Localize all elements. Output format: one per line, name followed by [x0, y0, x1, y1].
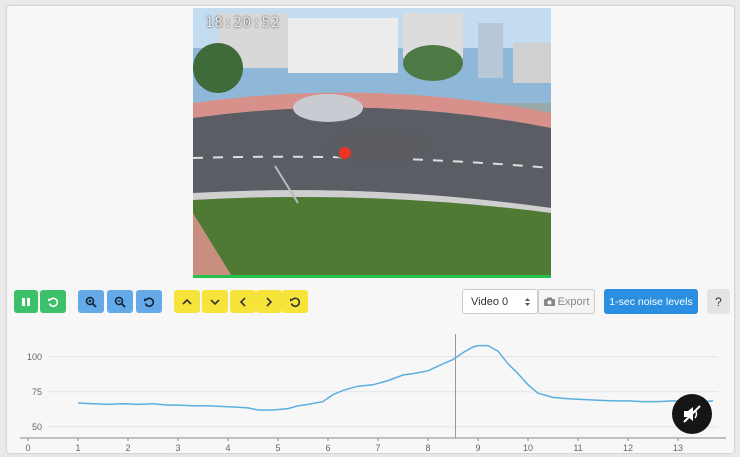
export-button[interactable]: Export — [538, 289, 595, 314]
zoom-in-button[interactable] — [78, 290, 104, 313]
video-timestamp: 18:20:52 — [205, 15, 281, 31]
video-select-value: Video 0 — [471, 295, 509, 308]
x-tick-label: 4 — [225, 443, 230, 453]
restart-button[interactable] — [40, 290, 66, 313]
video-select[interactable]: Video 0 — [462, 289, 538, 314]
pan-reset-button[interactable] — [282, 290, 308, 313]
x-tick-label: 13 — [673, 443, 683, 453]
x-tick-label: 5 — [275, 443, 280, 453]
y-tick-labels: 50 75 100 — [27, 352, 42, 432]
pan-right-button[interactable] — [256, 290, 282, 313]
chevron-down-icon — [210, 298, 220, 305]
zoom-reset-button[interactable] — [136, 290, 162, 313]
chevron-up-icon — [182, 298, 192, 305]
x-tick-label: 10 — [523, 443, 533, 453]
zoom-out-icon — [114, 296, 126, 308]
x-tick-label: 2 — [125, 443, 130, 453]
pan-down-button[interactable] — [202, 290, 228, 313]
x-tick-label: 0 — [25, 443, 30, 453]
x-tick-label: 3 — [175, 443, 180, 453]
pan-up-button[interactable] — [174, 290, 200, 313]
export-label: Export — [557, 295, 590, 308]
x-tick-label: 7 — [375, 443, 380, 453]
chevron-left-icon — [239, 296, 246, 307]
camera-icon — [543, 297, 555, 306]
x-tick-label: 6 — [325, 443, 330, 453]
select-arrows-icon — [525, 297, 530, 306]
pan-reset-icon — [290, 297, 301, 307]
series-line — [77, 344, 714, 411]
video-player[interactable]: 18:20:52 — [193, 8, 551, 278]
chevron-right-icon — [266, 296, 273, 307]
zoom-reset-icon — [144, 297, 155, 307]
x-tick-label: 1 — [75, 443, 80, 453]
x-tick-label: 11 — [573, 443, 582, 453]
y-tick-label: 100 — [27, 352, 42, 362]
chart-grid — [20, 356, 726, 439]
video-frame — [193, 8, 551, 275]
x-tick-label: 8 — [425, 443, 430, 453]
restart-icon — [48, 297, 59, 307]
mute-icon — [683, 405, 701, 423]
help-button[interactable]: ? — [707, 289, 730, 314]
x-tick-labels: 0 1 2 3 4 5 6 7 8 9 10 11 12 13 — [25, 438, 683, 453]
zoom-in-icon — [85, 296, 97, 308]
y-tick-label: 50 — [32, 422, 42, 432]
pan-left-button[interactable] — [230, 290, 256, 313]
x-tick-label: 12 — [623, 443, 633, 453]
pause-button[interactable] — [14, 290, 38, 313]
y-tick-label: 75 — [32, 387, 42, 397]
mute-button[interactable] — [672, 394, 712, 434]
zoom-out-button[interactable] — [107, 290, 133, 313]
noise-levels-button[interactable]: 1-sec noise levels — [604, 289, 698, 314]
x-tick-label: 9 — [475, 443, 480, 453]
pause-icon — [22, 297, 30, 306]
noise-chart[interactable]: 5075100 0 1 2 3 4 5 6 7 8 9 10 11 12 13 — [0, 330, 740, 457]
